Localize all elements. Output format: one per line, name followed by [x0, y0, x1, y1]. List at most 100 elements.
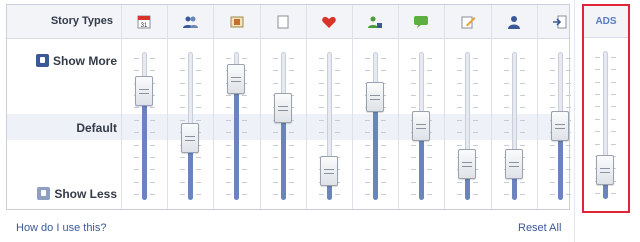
- slider-tick: [519, 70, 525, 72]
- slider-tick: [196, 70, 202, 72]
- slider-tick: [473, 181, 479, 183]
- slider-tick: [549, 169, 555, 171]
- slider-tick: [226, 156, 232, 158]
- story-type-slider[interactable]: [121, 38, 167, 210]
- slider-tick: [196, 119, 202, 121]
- slider-tick: [272, 132, 278, 134]
- slider-tick: [519, 58, 525, 59]
- slider-tick: [318, 144, 324, 146]
- slider-tick: [226, 132, 232, 134]
- slider-tick: [288, 194, 294, 195]
- slider-handle[interactable]: [412, 111, 431, 141]
- slider-handle[interactable]: [319, 155, 338, 186]
- slider-tick: [226, 144, 232, 146]
- story-type-slider[interactable]: [352, 38, 398, 210]
- slider-tick: [180, 119, 186, 121]
- slider-handle[interactable]: [458, 148, 477, 179]
- slider-tick: [288, 181, 294, 183]
- slider-tick: [457, 144, 463, 146]
- slider-tick: [549, 95, 555, 97]
- thumbs-down-icon: [37, 187, 51, 201]
- slider-tick: [595, 57, 600, 58]
- slider-tick: [242, 132, 248, 134]
- slider-tick: [565, 95, 571, 97]
- note-icon: [274, 13, 292, 31]
- slider-tick: [503, 119, 509, 121]
- slider-tick: [150, 119, 155, 121]
- story-type-slider[interactable]: [213, 38, 259, 210]
- slider-tick: [473, 107, 479, 109]
- slider-tick: [473, 119, 479, 121]
- slider-handle[interactable]: [366, 81, 384, 112]
- slider-tick: [503, 107, 509, 109]
- help-link[interactable]: How do I use this?: [16, 222, 107, 234]
- pencil-note-icon: [459, 13, 477, 31]
- slider-tick: [150, 156, 155, 158]
- slider-tick: [381, 70, 386, 72]
- slider-handle[interactable]: [504, 148, 523, 179]
- slider-tick: [318, 119, 324, 121]
- slider-tick: [180, 95, 186, 97]
- slider-tick: [549, 194, 555, 195]
- slider-handle[interactable]: [550, 111, 569, 141]
- story-type-slider[interactable]: [306, 38, 352, 210]
- story-type-slider[interactable]: [260, 38, 306, 210]
- slider-tick: [226, 194, 232, 195]
- slider-tick: [565, 82, 571, 84]
- reset-all-link[interactable]: Reset All: [518, 222, 561, 234]
- slider-tick: [595, 131, 600, 133]
- slider-tick: [549, 156, 555, 158]
- slider-tick: [457, 107, 463, 109]
- slider-tick: [427, 95, 433, 97]
- slider-tick: [411, 181, 417, 183]
- slider-tick: [549, 144, 555, 146]
- slider-tick: [180, 58, 186, 59]
- slider-tick: [334, 119, 340, 121]
- slider-tick: [365, 58, 370, 59]
- slider-handle[interactable]: [135, 75, 153, 106]
- slider-tick: [381, 169, 386, 171]
- slider-tick: [503, 181, 509, 183]
- slider-tick: [334, 144, 340, 146]
- slider-tick: [242, 169, 248, 171]
- story-type-slider[interactable]: [398, 38, 444, 210]
- slider-tick: [565, 156, 571, 158]
- story-type-slider[interactable]: [491, 38, 537, 210]
- slider-tick: [318, 107, 324, 109]
- slider-tick: [196, 156, 202, 158]
- slider-tick: [595, 118, 600, 120]
- slider-tick: [411, 70, 417, 72]
- slider-tick: [457, 181, 463, 183]
- story-type-slider[interactable]: [167, 38, 213, 210]
- slider-tick: [226, 95, 232, 97]
- slider-tick: [503, 194, 509, 195]
- slider-tick: [334, 95, 340, 97]
- slider-handle[interactable]: [596, 154, 614, 185]
- slider-tick: [318, 70, 324, 72]
- ads-slider[interactable]: [584, 37, 628, 209]
- slider-tick: [565, 70, 571, 72]
- chat-bubble-icon: [412, 13, 430, 31]
- slider-tick: [457, 70, 463, 72]
- slider-tick: [134, 70, 139, 72]
- slider-tick: [134, 119, 139, 121]
- slider-tick: [334, 107, 340, 109]
- slider-tick: [242, 194, 248, 195]
- slider-tick: [411, 194, 417, 195]
- photo-album-icon: [228, 13, 246, 31]
- slider-tick: [150, 169, 155, 171]
- slider-tick: [519, 119, 525, 121]
- slider-tick: [565, 181, 571, 183]
- slider-tick: [519, 132, 525, 134]
- slider-handle[interactable]: [273, 93, 292, 124]
- slider-tick: [288, 132, 294, 134]
- share-arrow-icon: [551, 13, 569, 31]
- slider-handle[interactable]: [181, 122, 200, 153]
- divider: [574, 0, 575, 242]
- story-type-slider[interactable]: [444, 38, 490, 210]
- slider-tick: [549, 82, 555, 84]
- slider-handle[interactable]: [227, 63, 246, 94]
- slider-tick: [318, 132, 324, 134]
- story-type-slider[interactable]: [537, 38, 583, 210]
- heart-icon: [320, 13, 338, 31]
